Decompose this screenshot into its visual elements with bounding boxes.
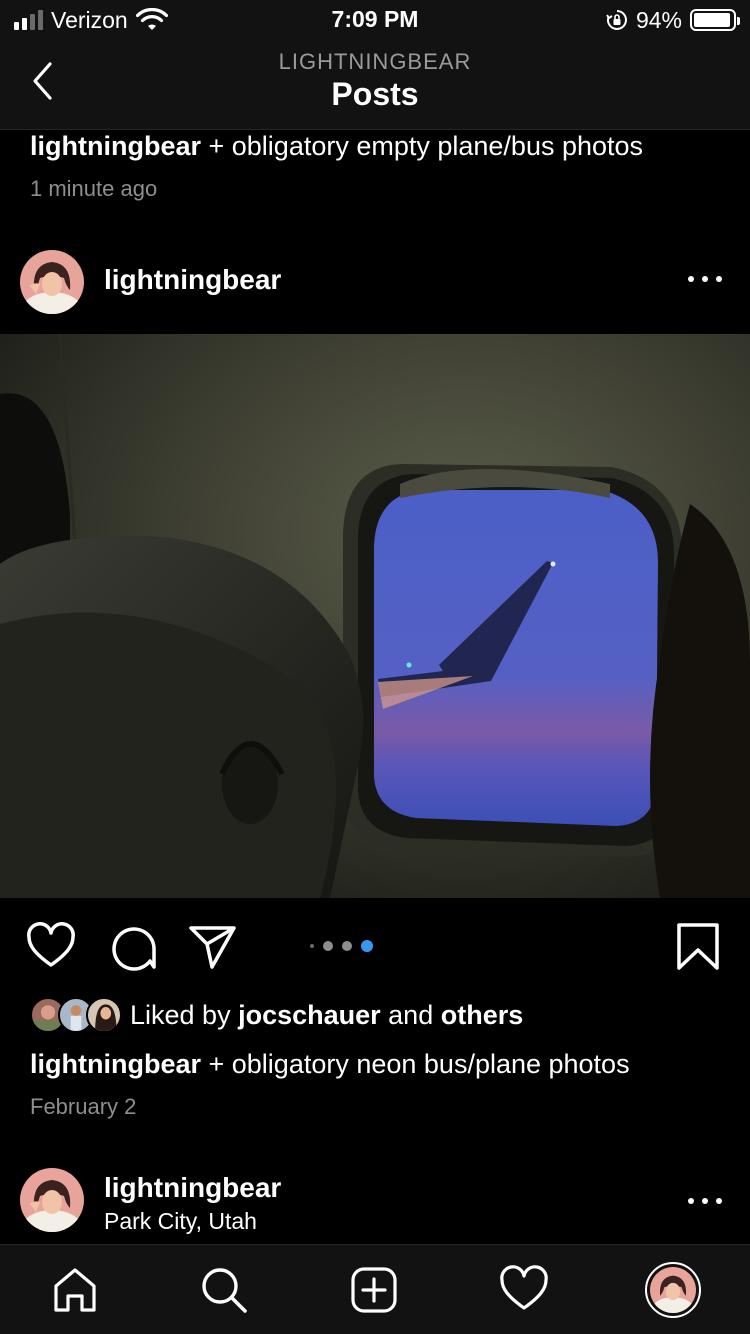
liked-by-prefix: Liked by <box>130 999 239 1030</box>
send-icon <box>189 926 236 969</box>
tab-activity[interactable] <box>497 1263 551 1317</box>
carousel-dot <box>342 941 352 951</box>
post-actions <box>0 898 750 994</box>
liked-by-and: and <box>380 999 441 1030</box>
comment-button[interactable] <box>108 922 158 972</box>
more-horizontal-icon <box>688 1198 694 1204</box>
tab-home[interactable] <box>48 1263 102 1317</box>
activity-heart-icon <box>500 1265 548 1310</box>
nav-header: LIGHTNINGBEAR Posts <box>0 40 750 130</box>
next-post-header: lightningbear Park City, Utah <box>0 1160 750 1244</box>
avatar <box>86 997 122 1033</box>
liked-by-others-link[interactable]: others <box>441 1000 524 1030</box>
post-photo[interactable] <box>0 334 750 898</box>
post-username[interactable]: lightningbear <box>104 1172 281 1204</box>
post-username[interactable]: lightningbear <box>104 264 281 296</box>
more-horizontal-icon <box>688 276 694 282</box>
carousel-dot <box>361 940 373 952</box>
more-options-button[interactable] <box>688 266 722 292</box>
page-title: Posts <box>331 76 419 112</box>
profile-avatar <box>645 1262 701 1318</box>
more-options-button[interactable] <box>688 1188 722 1214</box>
likes-row[interactable]: Liked by jocschauer and others <box>30 994 523 1036</box>
caption-text: + obligatory empty plane/bus photos <box>201 131 644 161</box>
previous-post-timestamp: 1 minute ago <box>30 176 158 201</box>
post-header: lightningbear <box>0 236 750 334</box>
liker-avatars <box>30 997 122 1033</box>
liked-by-text: Liked by jocschauer and others <box>130 1000 523 1031</box>
caption-username[interactable]: lightningbear <box>30 1049 201 1079</box>
battery-icon <box>690 9 740 31</box>
battery-percent: 94% <box>635 6 682 33</box>
like-button[interactable] <box>26 922 76 972</box>
carousel-indicator <box>310 940 373 952</box>
share-button[interactable] <box>188 922 238 972</box>
heart-icon <box>27 922 75 967</box>
home-icon <box>54 1268 96 1312</box>
add-post-icon <box>351 1267 397 1313</box>
post-location[interactable]: Park City, Utah <box>104 1208 257 1235</box>
tab-profile[interactable] <box>645 1262 701 1318</box>
save-button[interactable] <box>675 922 725 972</box>
caption-text: + obligatory neon bus/plane photos <box>201 1049 630 1079</box>
liked-by-username[interactable]: jocschauer <box>238 1000 381 1030</box>
search-icon <box>202 1268 247 1313</box>
status-bar: Verizon 7:09 PM 94% <box>0 0 750 40</box>
carousel-dot <box>310 944 314 948</box>
comment-icon <box>112 927 156 971</box>
orientation-lock-icon <box>606 10 627 30</box>
status-right: 94% <box>606 6 740 34</box>
carousel-dot <box>323 941 333 951</box>
post-date: February 2 <box>30 1094 137 1119</box>
tab-new-post[interactable] <box>347 1263 401 1317</box>
post-caption: lightningbear + obligatory neon bus/plan… <box>30 1048 730 1080</box>
tab-bar <box>0 1244 750 1334</box>
avatar[interactable] <box>20 1168 84 1232</box>
previous-post-caption: lightningbear + obligatory empty plane/b… <box>30 130 730 162</box>
caption-username[interactable]: lightningbear <box>30 131 201 161</box>
avatar[interactable] <box>20 250 84 314</box>
bookmark-icon <box>677 923 719 970</box>
tab-search[interactable] <box>197 1263 251 1317</box>
nav-subtitle: LIGHTNINGBEAR <box>278 49 472 74</box>
